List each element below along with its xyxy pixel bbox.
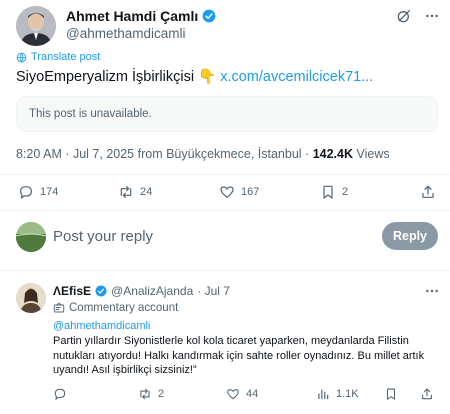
current-user-avatar[interactable] bbox=[16, 222, 46, 252]
divider bbox=[0, 174, 450, 175]
views-label: Views bbox=[356, 147, 390, 161]
reply-repost-count: 2 bbox=[158, 388, 165, 400]
author-avatar[interactable] bbox=[16, 6, 56, 46]
bookmark-action[interactable]: 2 bbox=[320, 184, 348, 200]
reply-views-count: 1.1K bbox=[336, 388, 359, 400]
reply-bookmark-action[interactable] bbox=[384, 387, 398, 401]
divider bbox=[0, 270, 450, 271]
reply-date[interactable]: · Jul 7 bbox=[197, 284, 230, 298]
post-timestamp[interactable]: 8:20 AM · Jul 7, 2025 from Büyükçekmece,… bbox=[16, 147, 309, 161]
bookmark-icon bbox=[384, 387, 398, 401]
reply-views-action[interactable]: 1.1K bbox=[316, 387, 359, 401]
post-link[interactable]: x.com/avcemilcicek71... bbox=[220, 69, 373, 85]
pointing-down-emoji: 👇 bbox=[198, 69, 217, 85]
account-type: Commentary account bbox=[69, 302, 179, 314]
reply-author-name[interactable]: ɅEfisE bbox=[53, 284, 91, 298]
reply-count: 174 bbox=[40, 186, 59, 198]
share-action[interactable] bbox=[420, 184, 436, 200]
divider bbox=[0, 210, 450, 211]
reply-share-action[interactable] bbox=[420, 387, 434, 401]
views-chart-icon bbox=[316, 387, 330, 401]
grok-icon[interactable] bbox=[396, 8, 412, 24]
like-count: 167 bbox=[241, 186, 260, 198]
repost-count: 24 bbox=[140, 186, 153, 198]
reply-repost-action[interactable]: 2 bbox=[138, 387, 164, 401]
repost-icon bbox=[138, 387, 152, 401]
post-meta: 8:20 AM · Jul 7, 2025 from Büyükçekmece,… bbox=[16, 147, 390, 161]
commentary-account-label: Commentary account bbox=[53, 302, 178, 314]
reply-like-action[interactable]: 44 bbox=[226, 387, 258, 401]
heart-icon bbox=[226, 387, 240, 401]
views-count: 142.4K bbox=[312, 147, 353, 161]
reply-header: ɅEfisE @AnalizAjanda · Jul 7 bbox=[53, 284, 230, 298]
share-icon bbox=[420, 387, 434, 401]
bookmark-count: 2 bbox=[342, 186, 349, 198]
reply-action[interactable]: 174 bbox=[18, 184, 58, 200]
reply-author-avatar[interactable] bbox=[16, 283, 46, 313]
repost-action[interactable]: 24 bbox=[118, 184, 152, 200]
post-text: SiyoEmperyalizm İşbirlikçisi 👇 x.com/avc… bbox=[16, 68, 373, 85]
unavailable-text: This post is unavailable. bbox=[29, 108, 152, 120]
author-handle[interactable]: @ahmethamdicamli bbox=[66, 26, 186, 41]
post-body: SiyoEmperyalizm İşbirlikçisi bbox=[16, 69, 195, 85]
commentary-account-icon bbox=[53, 302, 65, 314]
more-options-icon[interactable] bbox=[424, 283, 440, 299]
verified-badge-icon bbox=[95, 285, 107, 297]
reply-icon bbox=[53, 387, 67, 401]
reply-mention[interactable]: @ahmethamdicamli bbox=[53, 320, 150, 332]
quoted-post-card: This post is unavailable. bbox=[16, 96, 438, 132]
like-action[interactable]: 167 bbox=[219, 184, 259, 200]
reply-text: Partin yıllardır Siyonistlerle kol kola … bbox=[53, 335, 425, 376]
reply-like-count: 44 bbox=[246, 388, 259, 400]
more-options-icon[interactable] bbox=[424, 8, 440, 24]
bookmark-icon bbox=[320, 184, 336, 200]
heart-icon bbox=[219, 184, 235, 200]
verified-badge-icon bbox=[202, 9, 216, 23]
author-name-row[interactable]: Ahmet Hamdi Çamlı bbox=[66, 8, 216, 24]
author-name[interactable]: Ahmet Hamdi Çamlı bbox=[66, 8, 198, 24]
share-icon bbox=[420, 184, 436, 200]
reply-icon bbox=[18, 184, 34, 200]
translate-label: Translate post bbox=[31, 51, 101, 63]
reply-reply-action[interactable] bbox=[53, 387, 67, 401]
reply-input[interactable]: Post your reply bbox=[53, 228, 153, 245]
reply-author-handle[interactable]: @AnalizAjanda bbox=[111, 284, 193, 298]
translate-icon bbox=[16, 52, 27, 63]
repost-icon bbox=[118, 184, 134, 200]
reply-button[interactable]: Reply bbox=[382, 222, 438, 250]
translate-post-link[interactable]: Translate post bbox=[16, 51, 100, 63]
